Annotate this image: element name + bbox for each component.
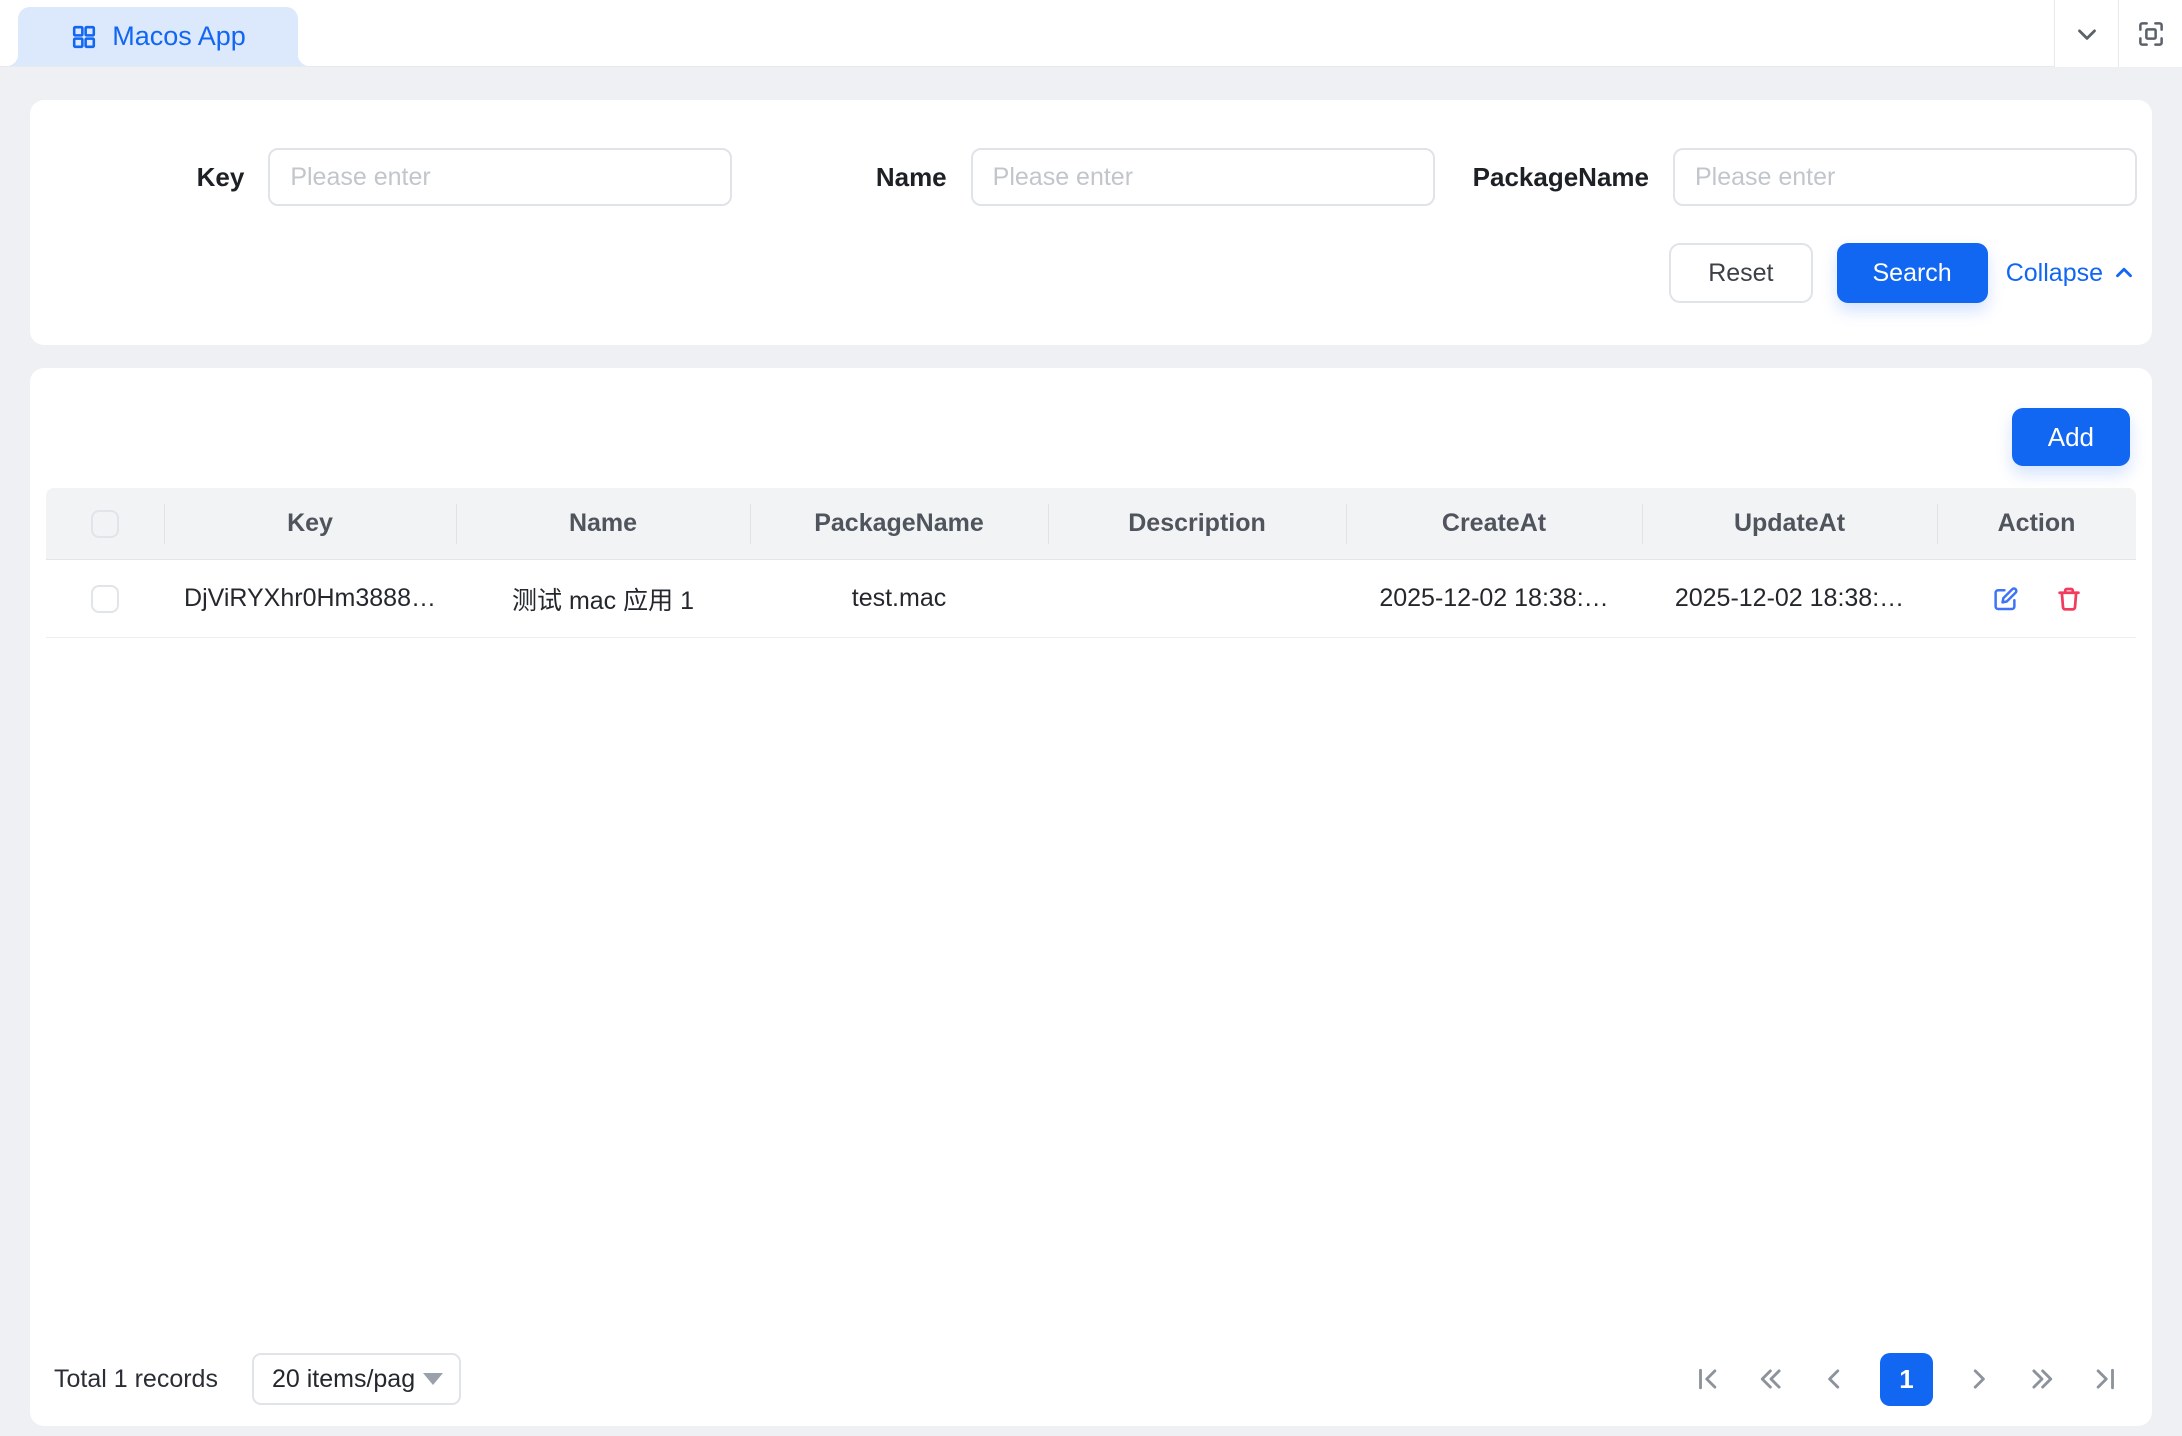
fullscreen-button[interactable]	[2118, 0, 2182, 67]
column-header-createat: CreateAt	[1346, 488, 1642, 559]
name-field-label: Name	[876, 162, 947, 193]
select-all-cell	[46, 488, 164, 559]
key-field-label: Key	[197, 162, 245, 193]
filter-field-name: Name	[732, 148, 1434, 206]
data-table: Key Name PackageName Description CreateA…	[46, 488, 2136, 638]
packagename-field-label: PackageName	[1473, 162, 1649, 193]
filter-field-key: Key	[30, 148, 732, 206]
cell-packagename: test.mac	[750, 560, 1048, 637]
pagination: 1	[1691, 1353, 2136, 1406]
column-header-action: Action	[1937, 488, 2136, 559]
table-card: Add Key Name PackageName Description Cre…	[30, 368, 2152, 1426]
delete-icon[interactable]	[2054, 584, 2084, 614]
table-row: DjViRYXhr0Hm3888… 测试 mac 应用 1 test.mac 2…	[46, 560, 2136, 638]
edit-icon[interactable]	[1990, 584, 2020, 614]
filter-field-packagename: PackageName	[1435, 148, 2137, 206]
cell-key: DjViRYXhr0Hm3888…	[164, 560, 456, 637]
name-input[interactable]	[971, 148, 1435, 206]
column-header-key: Key	[164, 488, 456, 559]
prev-page-button[interactable]	[1817, 1362, 1851, 1396]
cell-name: 测试 mac 应用 1	[456, 560, 750, 637]
cell-action	[1937, 560, 2136, 637]
column-header-description: Description	[1048, 488, 1346, 559]
page-size-select[interactable]: 20 items/pag	[252, 1353, 461, 1405]
total-records-label: Total 1 records	[54, 1365, 218, 1394]
filter-fields: Key Name PackageName	[30, 100, 2152, 206]
tabs-menu-button[interactable]	[2054, 0, 2118, 67]
table-header-row: Key Name PackageName Description CreateA…	[46, 488, 2136, 560]
column-header-name: Name	[456, 488, 750, 559]
last-page-button[interactable]	[2088, 1362, 2122, 1396]
select-all-checkbox[interactable]	[91, 510, 119, 538]
search-button[interactable]: Search	[1837, 243, 1988, 303]
packagename-input[interactable]	[1673, 148, 2137, 206]
filter-actions: Reset Search Collapse	[30, 243, 2152, 303]
collapse-label: Collapse	[2006, 259, 2103, 288]
app-grid-icon	[70, 23, 98, 51]
row-checkbox[interactable]	[91, 585, 119, 613]
page-size-value: 20 items/pag	[272, 1365, 415, 1394]
tab-macos-app[interactable]: Macos App	[18, 7, 298, 66]
row-select-cell	[46, 560, 164, 637]
tab-label: Macos App	[112, 21, 246, 52]
table-footer: Total 1 records 20 items/pag	[46, 1352, 2136, 1406]
cell-updateat: 2025-12-02 18:38:…	[1642, 560, 1937, 637]
chevron-down-icon	[2072, 19, 2102, 49]
current-page-button[interactable]: 1	[1880, 1353, 1933, 1406]
cell-createat: 2025-12-02 18:38:…	[1346, 560, 1642, 637]
key-input[interactable]	[268, 148, 732, 206]
column-header-packagename: PackageName	[750, 488, 1048, 559]
filter-card: Key Name PackageName Reset Search Collap…	[30, 100, 2152, 345]
fullscreen-icon	[2136, 19, 2166, 49]
next-page-button[interactable]	[1962, 1362, 1996, 1396]
column-header-updateat: UpdateAt	[1642, 488, 1937, 559]
collapse-link[interactable]: Collapse	[2006, 259, 2137, 288]
reset-button[interactable]: Reset	[1669, 243, 1812, 303]
cell-description	[1048, 560, 1346, 637]
caret-down-icon	[423, 1373, 443, 1385]
tab-bar: Macos App	[0, 0, 2182, 67]
jump-back-button[interactable]	[1754, 1362, 1788, 1396]
first-page-button[interactable]	[1691, 1362, 1725, 1396]
chevron-up-icon	[2111, 260, 2137, 286]
jump-forward-button[interactable]	[2025, 1362, 2059, 1396]
tabbar-actions	[2054, 0, 2182, 67]
add-button[interactable]: Add	[2012, 408, 2130, 466]
